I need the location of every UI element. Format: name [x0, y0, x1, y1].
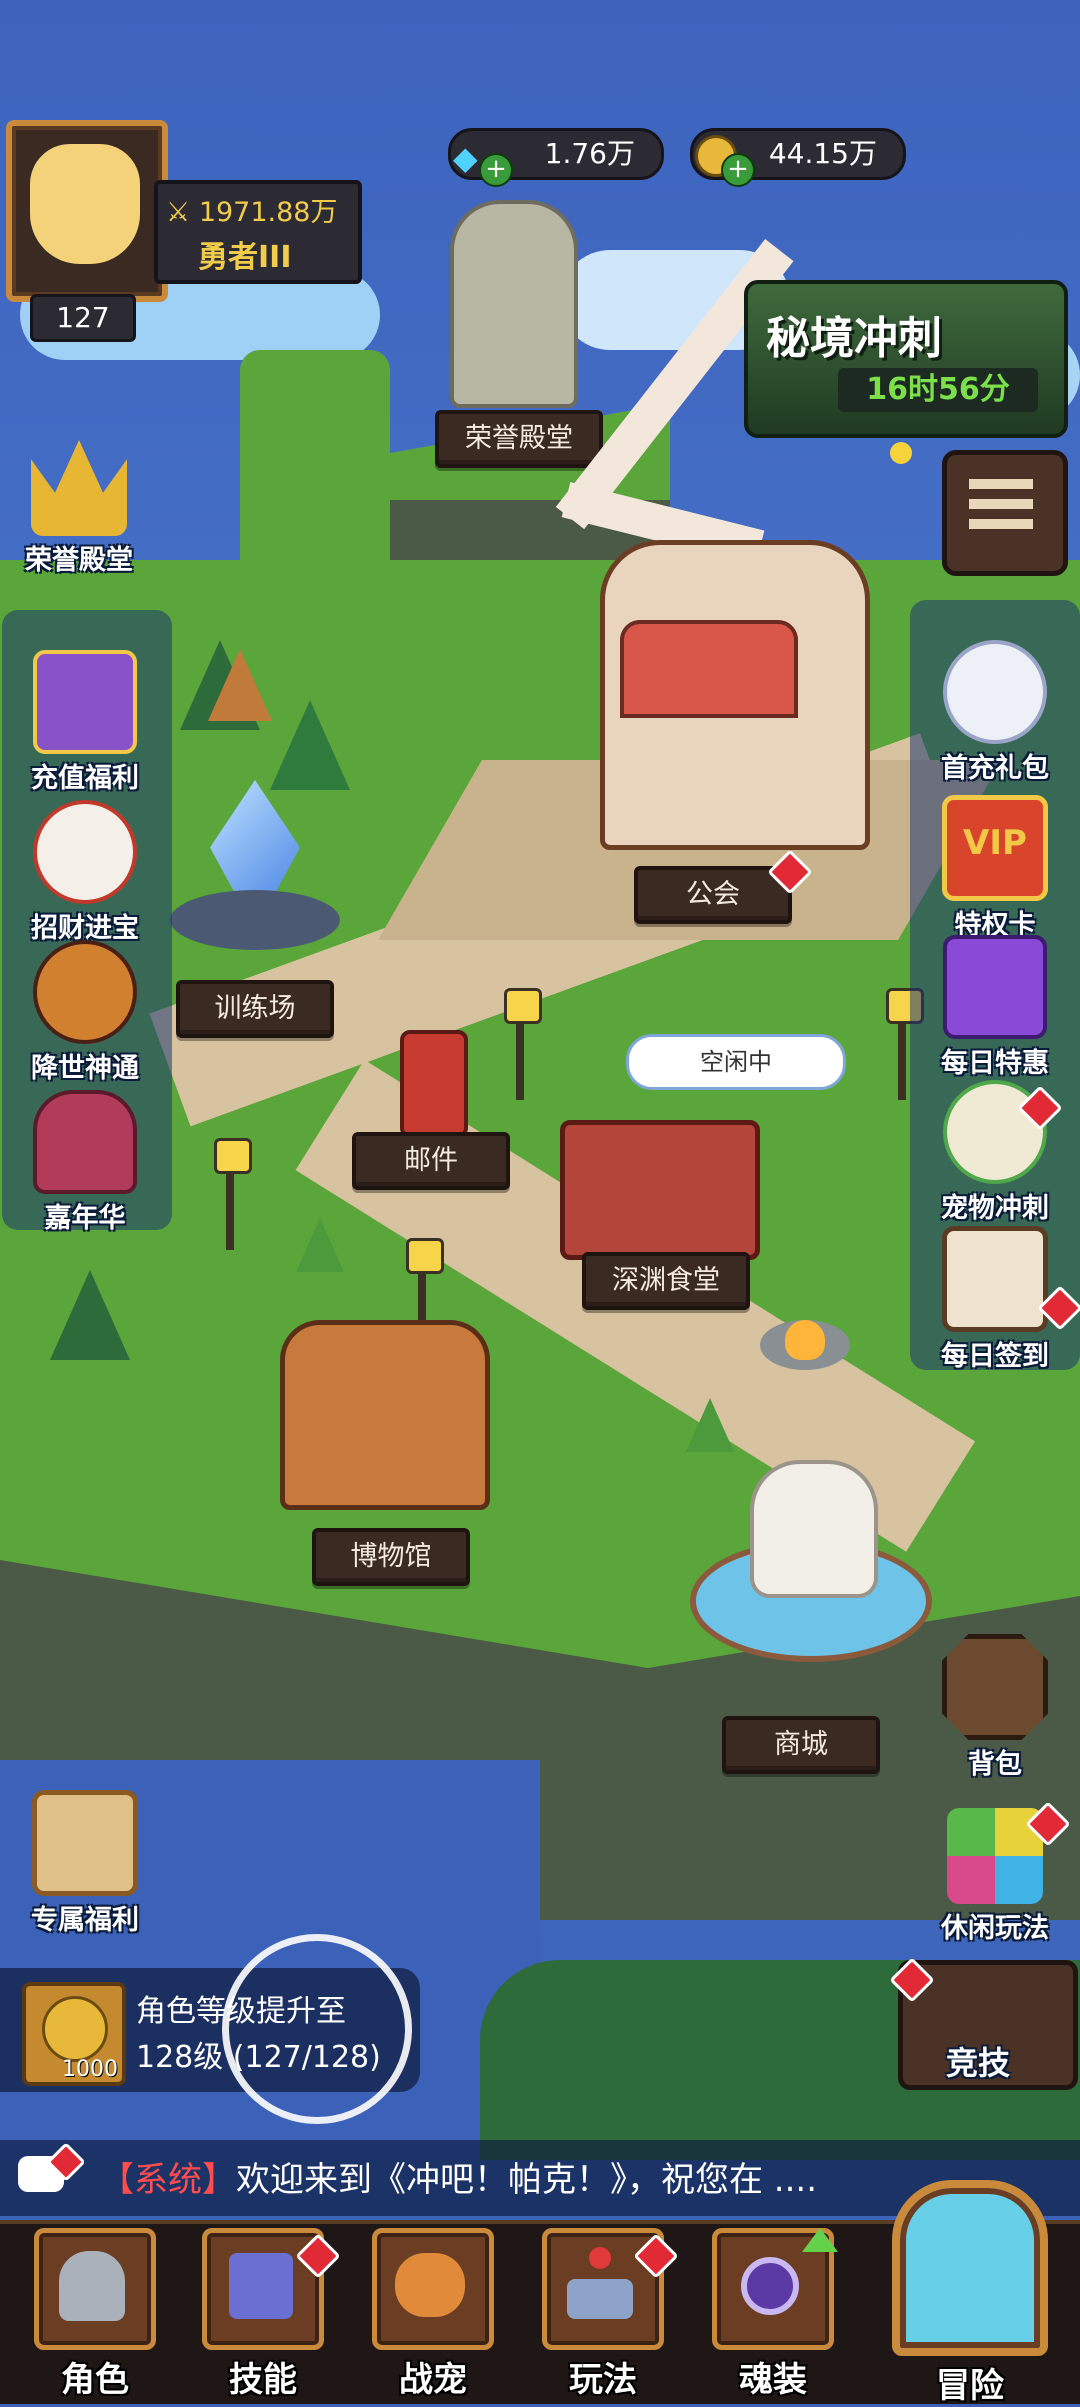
crystal-pedestal	[170, 890, 340, 950]
pine-tree	[208, 649, 272, 721]
museum-label[interactable]: 博物馆	[312, 1528, 470, 1586]
museum-building[interactable]	[280, 1320, 490, 1510]
diamond-pill[interactable]: ◆ + 1.76万	[448, 128, 664, 187]
right-menu-vip-card[interactable]: VIP 特权卡	[920, 795, 1070, 942]
guild-roof	[620, 620, 798, 718]
abyss-canteen-building[interactable]	[560, 1120, 760, 1260]
backpack-icon	[942, 1634, 1048, 1740]
left-menu-exclusive-welfare[interactable]: 专属福利	[10, 1790, 160, 1937]
ticker-message: 欢迎来到《冲吧！帕克！》，祝您在 ....	[236, 2160, 818, 2200]
left-menu-hall-of-honor[interactable]: 荣誉殿堂	[4, 440, 154, 577]
crown-icon	[31, 440, 127, 536]
tab-character[interactable]: 角色	[20, 2228, 170, 2400]
fox-icon	[372, 2228, 494, 2350]
left-menu-avatar-heroes[interactable]: 降世神通	[10, 940, 160, 1085]
right-menu-backpack[interactable]: 背包	[920, 1634, 1070, 1781]
heroes-icon	[33, 940, 137, 1044]
carnival-bag-icon	[33, 1090, 137, 1194]
hall-of-honor-label[interactable]: 荣誉殿堂	[435, 410, 603, 468]
player-info-panel[interactable]: ⚔ 1971.88万 勇者III	[154, 180, 362, 284]
mailbox[interactable]	[400, 1030, 468, 1138]
player-rank: 勇者III	[198, 240, 292, 275]
add-gold-icon[interactable]: +	[721, 153, 755, 187]
abyss-canteen-label[interactable]: 深渊食堂	[582, 1252, 750, 1310]
catgirl-icon	[943, 640, 1047, 744]
left-menu-recharge-welfare[interactable]: 充值福利	[10, 650, 160, 795]
menu-list-button[interactable]	[942, 450, 1068, 576]
guild-label[interactable]: 公会	[634, 866, 792, 924]
right-menu-daily-deal[interactable]: 每日特惠	[920, 935, 1070, 1080]
idle-status-text: 空闲中	[700, 1048, 772, 1076]
gold-coin-icon	[42, 1996, 108, 2062]
calendar-icon	[942, 1226, 1048, 1332]
right-menu-casual-games[interactable]: 休闲玩法	[920, 1801, 1071, 1945]
combat-power-row: ⚔ 1971.88万	[166, 190, 337, 229]
left-menu-lucky-cat[interactable]: 招财进宝	[10, 800, 160, 945]
right-menu-arena[interactable]: 竞技	[889, 1957, 1080, 2090]
right-menu-pet-sprint[interactable]: 宠物冲刺	[920, 1080, 1070, 1225]
pine-tree	[296, 1218, 344, 1272]
combat-power: 1971.88万	[198, 197, 338, 228]
knight-helmet-icon	[34, 2228, 156, 2350]
tab-soul-gear[interactable]: 魂装	[698, 2228, 848, 2400]
player-level: 127	[56, 301, 110, 334]
adventure-portal-icon	[892, 2180, 1048, 2356]
tab-adventure[interactable]: 冒险	[880, 2180, 1060, 2406]
training-ground-label[interactable]: 训练场	[176, 980, 334, 1038]
player-level-badge: 127	[30, 294, 136, 342]
tab-skills[interactable]: 技能	[188, 2228, 341, 2400]
diamond-amount: 1.76万	[544, 137, 635, 170]
event-indicator-dot	[890, 442, 912, 464]
quest-reward: 1000	[22, 1982, 126, 2086]
hero-statue[interactable]	[450, 200, 578, 408]
pine-tree	[50, 1270, 130, 1360]
gold-pill[interactable]: + 44.15万	[690, 128, 906, 187]
list-icon	[969, 479, 1033, 539]
lucky-cat-statue[interactable]	[750, 1460, 878, 1598]
qr-scroll-icon	[32, 1790, 138, 1896]
add-diamond-icon[interactable]: +	[479, 153, 513, 187]
gift-chest-icon	[33, 650, 137, 754]
right-menu-daily-checkin[interactable]: 每日签到	[920, 1226, 1080, 1373]
pine-tree	[270, 700, 350, 790]
swords-icon: ⚔	[166, 197, 191, 228]
tap-highlight-ring	[222, 1934, 412, 2124]
upgrade-arrow-icon	[802, 2228, 838, 2252]
player-avatar[interactable]	[6, 120, 168, 302]
avatar-hero-face	[30, 144, 140, 264]
diamond-icon: ◆	[453, 139, 478, 177]
shop-label[interactable]: 商城	[722, 1716, 880, 1774]
campfire-flame	[785, 1320, 825, 1360]
gold-amount: 44.15万	[768, 137, 877, 170]
vip-card-icon: VIP	[942, 795, 1048, 901]
lucky-cat-icon	[33, 800, 137, 904]
left-menu-carnival[interactable]: 嘉年华	[10, 1090, 160, 1235]
ticker-tag: 【系统】	[100, 2160, 236, 2200]
event-title: 秘境冲刺	[766, 313, 942, 364]
tab-gameplay[interactable]: 玩法	[528, 2228, 679, 2400]
event-timer: 16时56分	[866, 372, 1010, 407]
mail-label[interactable]: 邮件	[352, 1132, 510, 1190]
street-lamp	[214, 1138, 252, 1250]
tab-pets[interactable]: 战宠	[358, 2228, 508, 2400]
street-lamp	[886, 988, 924, 1100]
quest-reward-amount: 1000	[62, 2057, 118, 2082]
right-menu-first-recharge[interactable]: 首充礼包	[920, 640, 1070, 785]
idle-status-bubble: 空闲中	[626, 1034, 846, 1090]
event-banner[interactable]: 秘境冲刺 16时56分	[744, 280, 1068, 438]
ticker-text: 【系统】欢迎来到《冲吧！帕克！》，祝您在 ....	[100, 2152, 817, 2201]
street-lamp	[504, 988, 542, 1100]
purple-gift-icon	[943, 935, 1047, 1039]
event-timer-bar: 16时56分	[838, 368, 1038, 412]
pine-tree	[686, 1398, 734, 1452]
